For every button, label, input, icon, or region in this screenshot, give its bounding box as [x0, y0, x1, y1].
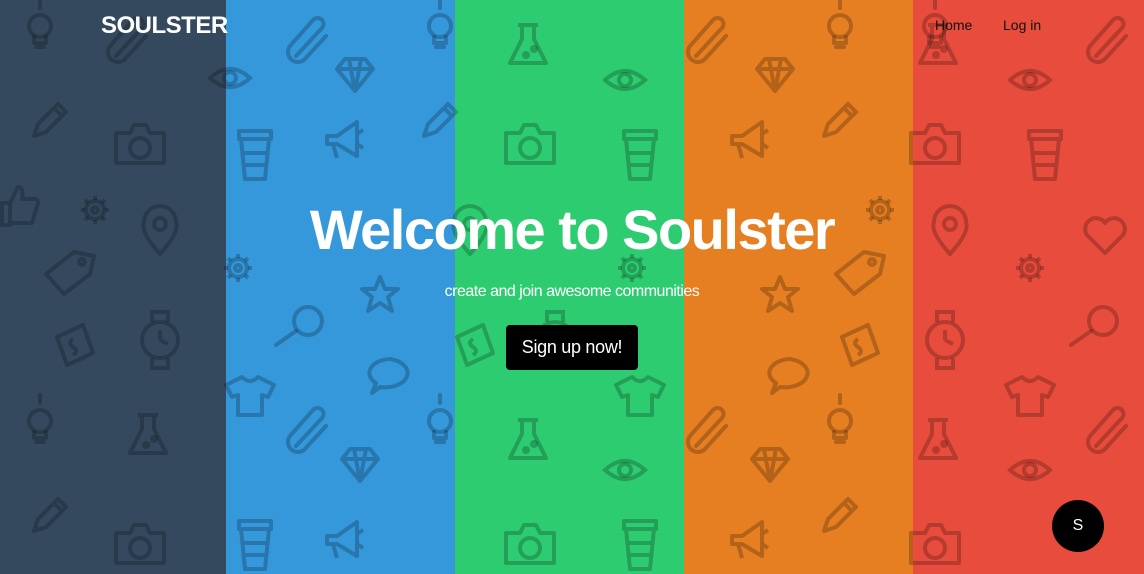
- hero-subtitle: create and join awesome communities: [444, 283, 700, 300]
- top-navbar: SOULSTER Home Log in: [0, 0, 1144, 50]
- hero-title: Welcome to Soulster: [309, 198, 836, 261]
- nav-link-home[interactable]: Home: [935, 17, 972, 33]
- nav-link-login[interactable]: Log in: [1003, 17, 1041, 33]
- brand-logo[interactable]: SOULSTER: [101, 12, 228, 40]
- fab-label: S: [1072, 517, 1084, 534]
- floating-avatar-button[interactable]: S: [1052, 500, 1104, 552]
- sign-up-button[interactable]: Sign up now!: [505, 325, 639, 370]
- hero-section: Welcome to Soulster create and join awes…: [0, 195, 1144, 370]
